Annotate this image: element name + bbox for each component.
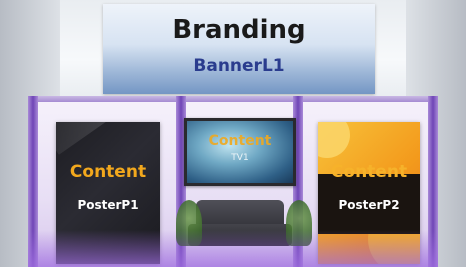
booth-scene: Branding BannerL1 Content PosterP1 Conte… [0,0,466,267]
banner-subtitle: BannerL1 [193,56,285,76]
floor-glow [28,230,438,267]
branding-banner[interactable]: Branding BannerL1 [103,4,375,94]
poster-p1-stripe [56,122,160,155]
tv-name: TV1 [231,153,249,163]
poster-p2-shape-top [318,122,350,158]
banner-title: Branding [172,15,306,45]
poster-p1-name: PosterP1 [77,198,139,212]
booth-top-rail [28,96,438,102]
poster-p2-content-label: Content [330,162,408,182]
poster-p1-content-label: Content [69,162,147,182]
tv-screen[interactable]: Content TV1 [184,118,296,186]
poster-p2-name: PosterP2 [338,198,400,212]
tv-content-label: Content [208,133,272,149]
